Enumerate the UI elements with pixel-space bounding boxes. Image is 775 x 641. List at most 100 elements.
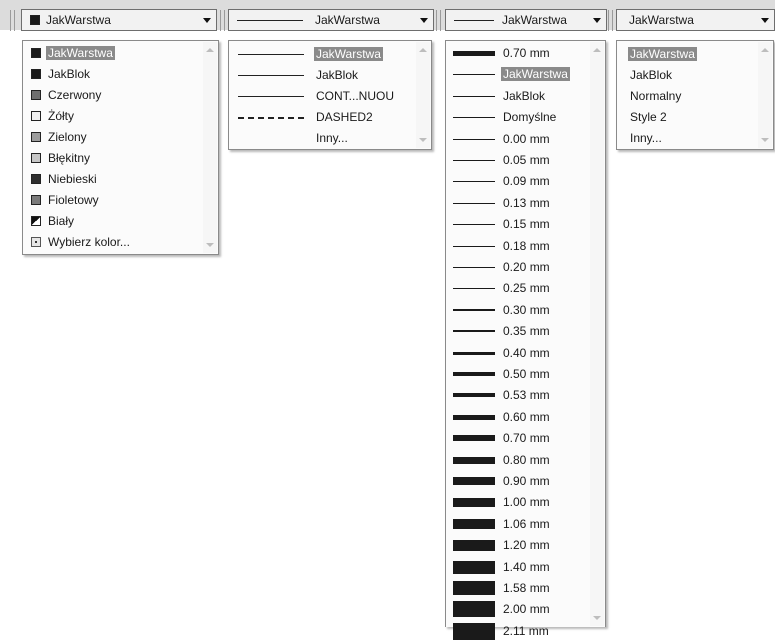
scroll-up-icon[interactable] [761,48,769,52]
lineweight-list-item-label: 0.30 mm [503,302,550,317]
lineweight-list-item-label: 1.40 mm [503,559,550,574]
color-swatch-icon [31,48,41,58]
lineweight-list-item[interactable]: JakWarstwa [447,64,590,84]
lineweight-list-item[interactable]: Domyślne [447,107,590,127]
lineweight-sample-icon [453,51,495,56]
dashed-line-sample-icon [238,117,304,119]
color-combo-value: JakWarstwa [46,13,111,27]
scroll-down-icon[interactable] [593,616,601,620]
color-list-item[interactable]: JakBlok [24,64,202,84]
scroll-down-icon[interactable] [419,138,427,142]
linetype-list-item-label: JakBlok [316,68,359,82]
lineweight-list-item[interactable]: 1.58 mm [447,578,590,598]
color-list-item[interactable]: Błękitny [24,148,202,168]
lineweight-sample-icon [453,414,495,420]
lineweight-list-item[interactable]: 0.18 mm [447,236,590,256]
linetype-list-item-label: CONT...NUOU [316,89,394,103]
lineweight-list-item-label: 1.06 mm [503,516,550,531]
lineweight-list-item[interactable]: 0.13 mm [447,193,590,213]
lineweight-list-item[interactable]: 1.40 mm [447,557,590,577]
scrollbar[interactable] [758,42,772,148]
scroll-up-icon[interactable] [593,48,601,52]
color-list-item-label: Zielony [48,130,87,144]
color-swatch-icon [31,153,41,163]
lineweight-list-item[interactable]: 0.50 mm [447,364,590,384]
line-sample-icon [454,20,494,21]
lineweight-list-item[interactable]: 0.80 mm [447,450,590,470]
lineweight-list-item[interactable]: 1.00 mm [447,492,590,512]
color-swatch-icon [30,15,40,25]
plotstyle-list-item-label: JakBlok [630,68,673,82]
linetype-combo[interactable]: JakWarstwa [228,9,434,31]
color-dropdown[interactable]: JakWarstwa JakBlok Czerwony Żółty Zielony Błę… [22,40,219,255]
linetype-dropdown[interactable]: JakWarstwa JakBlok CONT...NUOU DASHED2 Inny.… [228,40,432,150]
linetype-list-item[interactable]: JakWarstwa [230,44,416,64]
plotstyle-combo-value: JakWarstwa [629,13,694,27]
color-list-item[interactable]: Niebieski [24,169,202,189]
lineweight-list-item[interactable]: JakBlok [447,86,590,106]
linetype-list-item[interactable]: JakBlok [230,65,416,85]
line-sample-icon [238,75,304,76]
color-list-item[interactable]: JakWarstwa [24,43,202,63]
lineweight-list-item[interactable]: 0.53 mm [447,385,590,405]
lineweight-list-item[interactable]: 0.90 mm [447,471,590,491]
color-swatch-icon [31,195,41,205]
chevron-down-icon[interactable] [416,11,432,29]
lineweight-sample-icon [453,181,495,183]
color-list-item[interactable]: Fioletowy [24,190,202,210]
scrollbar[interactable] [590,42,604,626]
lineweight-list-item[interactable]: 0.60 mm [447,407,590,427]
lineweight-list-item[interactable]: 0.20 mm [447,257,590,277]
lineweight-list-item[interactable]: 2.00 mm [447,599,590,619]
plotstyle-list-item[interactable]: Normalny [618,86,758,106]
plotstyle-list-item[interactable]: Style 2 [618,107,758,127]
color-list-item[interactable]: Zielony [24,127,202,147]
lineweight-list-item[interactable]: 1.06 mm [447,514,590,534]
plotstyle-list-item[interactable]: JakWarstwa [618,44,758,64]
lineweight-list-item[interactable]: 0.35 mm [447,321,590,341]
color-list-item[interactable]: Wybierz kolor... [24,232,202,252]
lineweight-list-item[interactable]: 0.09 mm [447,171,590,191]
color-list-item[interactable]: Biały [24,211,202,231]
lineweight-combo[interactable]: JakWarstwa [445,9,607,31]
lineweight-list-item[interactable]: 2.11 mm [447,621,590,641]
color-list-item-label: Wybierz kolor... [48,235,130,249]
scrollbar[interactable] [203,42,217,253]
lineweight-sample-icon [453,372,495,376]
lineweight-dropdown[interactable]: 0.70 mm JakWarstwa JakBlok Domyślne 0.00 mm 0… [445,40,606,640]
color-list-item[interactable]: Czerwony [24,85,202,105]
lineweight-sample-icon [453,581,495,595]
half-color-swatch-icon [31,216,41,226]
lineweight-sample-icon [453,74,495,76]
lineweight-list-item[interactable]: 0.30 mm [447,300,590,320]
lineweight-list-item[interactable]: 0.05 mm [447,150,590,170]
line-sample-icon [237,20,303,21]
linetype-list-item[interactable]: DASHED2 [230,107,416,127]
lineweight-list-item[interactable]: 0.15 mm [447,214,590,234]
lineweight-list-item[interactable]: 1.20 mm [447,535,590,555]
chevron-down-icon[interactable] [199,11,215,29]
lineweight-list-item[interactable]: 0.70 mm [447,43,590,63]
plotstyle-dropdown[interactable]: JakWarstwa JakBlok Normalny Style 2 Inny... [616,40,774,150]
linetype-list-item[interactable]: CONT...NUOU [230,86,416,106]
scrollbar[interactable] [416,42,430,148]
plotstyle-combo[interactable]: JakWarstwa [616,9,775,31]
color-combo[interactable]: JakWarstwa [21,9,217,31]
scroll-down-icon[interactable] [761,138,769,142]
chevron-down-icon[interactable] [589,11,605,29]
scroll-down-icon[interactable] [206,243,214,247]
color-list-item[interactable]: Żółty [24,106,202,126]
color-list-item-label: JakWarstwa [46,46,115,60]
chevron-down-icon[interactable] [757,11,773,29]
linetype-list-item[interactable]: Inny... [230,128,416,148]
scroll-up-icon[interactable] [206,48,214,52]
scroll-up-icon[interactable] [419,48,427,52]
lineweight-sample-icon [453,202,495,204]
lineweight-list-item[interactable]: 0.00 mm [447,129,590,149]
lineweight-list-item[interactable]: 0.25 mm [447,278,590,298]
toolbar-grip[interactable] [10,10,15,31]
lineweight-list-item[interactable]: 0.70 mm [447,428,590,448]
lineweight-list-item[interactable]: 0.40 mm [447,343,590,363]
plotstyle-list-item[interactable]: JakBlok [618,65,758,85]
plotstyle-list-item[interactable]: Inny... [618,128,758,148]
